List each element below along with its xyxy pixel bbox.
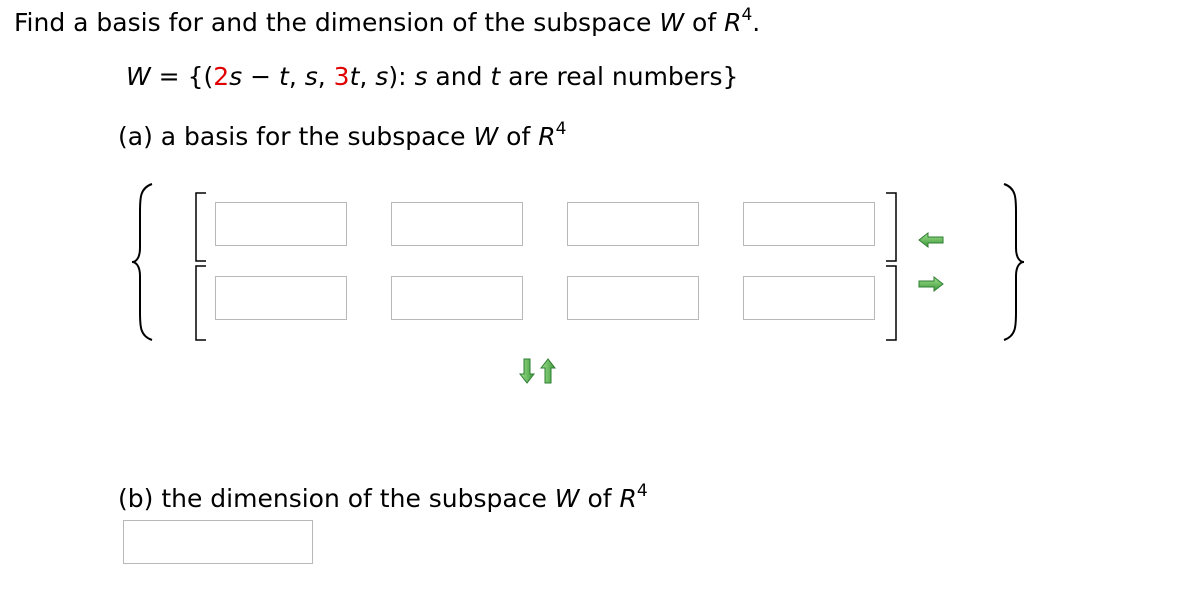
coef-highlight-1: 2 — [213, 62, 230, 91]
vector-1-right-bracket — [886, 192, 897, 262]
comma: , — [359, 62, 376, 91]
part-a-text: (a) a basis for the subspace — [118, 122, 474, 151]
and-text: and — [427, 62, 491, 91]
part-b-of: of — [579, 484, 620, 513]
set-close: ): — [388, 62, 415, 91]
var-s: s — [375, 62, 389, 91]
arrow-right-icon — [918, 275, 944, 293]
prompt-subspace-name: W — [659, 8, 685, 37]
var-t: t — [349, 62, 360, 91]
vector-1-left-bracket — [195, 192, 206, 262]
part-a-of: of — [498, 122, 539, 151]
vector-2-component-3-input[interactable] — [567, 276, 699, 320]
vector-1-component-3-input[interactable] — [567, 202, 699, 246]
part-b-space: R — [619, 484, 637, 513]
arrow-down-icon — [518, 358, 536, 384]
prompt-text: Find a basis for and the dimension of th… — [14, 8, 660, 37]
var-s: s — [304, 62, 318, 91]
left-curly-brace — [131, 183, 153, 341]
part-b-text: (b) the dimension of the subspace — [118, 484, 555, 513]
vector-2-left-bracket — [195, 265, 206, 341]
dimension-input[interactable] — [123, 520, 313, 564]
prompt-exponent: 4 — [741, 4, 753, 25]
set-rest: are real numbers} — [500, 62, 739, 91]
set-definition: W = {(2s − t, s, 3t, s): s and t are rea… — [126, 62, 738, 91]
part-a-label: (a) a basis for the subspace W of R4 — [118, 118, 567, 151]
part-b-label: (b) the dimension of the subspace W of R… — [118, 480, 648, 513]
vector-2-component-4-input[interactable] — [743, 276, 875, 320]
comma: , — [317, 62, 334, 91]
prompt-period: . — [752, 8, 761, 37]
minus-sign: − — [242, 62, 280, 91]
var-t: t — [490, 62, 501, 91]
right-curly-brace — [1003, 183, 1025, 341]
vector-1-component-2-input[interactable] — [391, 202, 523, 246]
part-a-exponent: 4 — [555, 118, 567, 139]
coef-highlight-3: 3 — [333, 62, 350, 91]
arrow-left-icon — [918, 231, 944, 249]
part-a-space: R — [538, 122, 556, 151]
set-name: W — [126, 62, 151, 91]
vector-1-component-1-input[interactable] — [215, 202, 347, 246]
add-vector-button[interactable] — [918, 275, 944, 296]
part-a-subspace: W — [473, 122, 499, 151]
remove-vector-button[interactable] — [918, 231, 944, 252]
vector-1-component-4-input[interactable] — [743, 202, 875, 246]
part-b-subspace: W — [554, 484, 580, 513]
part-b-exponent: 4 — [636, 480, 648, 501]
remove-component-button[interactable] — [518, 358, 536, 388]
question-prompt: Find a basis for and the dimension of th… — [14, 4, 761, 37]
var-s: s — [414, 62, 428, 91]
vector-2-right-bracket — [886, 265, 897, 341]
comma: , — [288, 62, 305, 91]
add-component-button[interactable] — [539, 358, 557, 388]
var-s: s — [229, 62, 243, 91]
vector-2-component-1-input[interactable] — [215, 276, 347, 320]
prompt-space: R — [724, 8, 742, 37]
arrow-up-icon — [539, 358, 557, 384]
vector-2-component-2-input[interactable] — [391, 276, 523, 320]
var-t: t — [279, 62, 289, 91]
set-equals: = {( — [150, 62, 214, 91]
prompt-of: of — [684, 8, 725, 37]
